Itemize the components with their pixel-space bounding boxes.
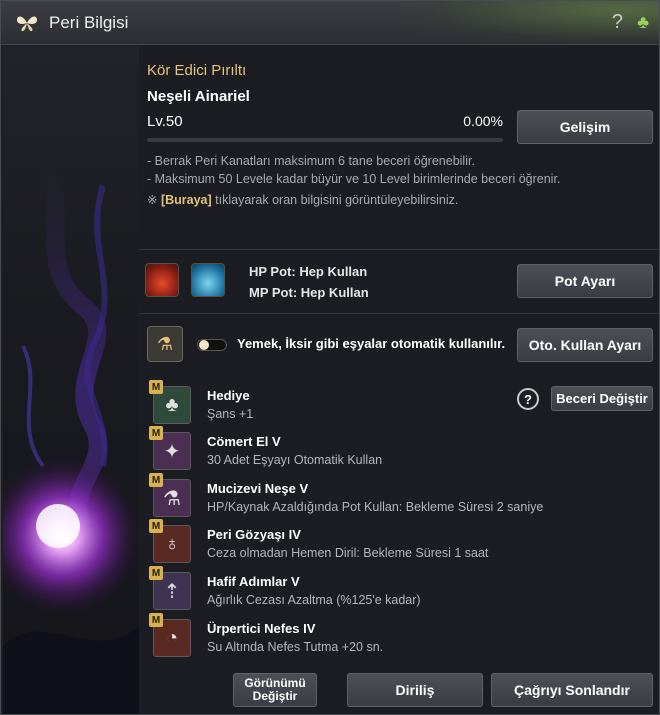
fairy-name: Neşeli Ainariel bbox=[147, 88, 250, 105]
fairy-preview bbox=[3, 46, 139, 714]
upgrade-button[interactable]: Gelişim bbox=[517, 110, 653, 144]
dismiss-summon-button[interactable]: Çağrıyı Sonlandır bbox=[491, 673, 653, 707]
mp-potion-icon bbox=[191, 263, 225, 297]
divider bbox=[139, 313, 659, 314]
skill-row[interactable]: ◔ M Ürpertici Nefes IV Su Altında Nefes Tut… bbox=[149, 613, 573, 663]
skill-row[interactable]: ✦ M Cömert El V 30 Adet Eşyayı Otomatik Kul… bbox=[149, 426, 573, 476]
fairy-level: Lv.50 bbox=[147, 113, 183, 130]
auto-use-toggle[interactable] bbox=[197, 339, 227, 351]
title-bar[interactable]: Peri Bilgisi ? ♣ bbox=[1, 1, 659, 45]
skill-description: HP/Kaynak Azaldığında Pot Kullan: Beklem… bbox=[207, 500, 544, 514]
content-panel: Kör Edici Pırıltı Neşeli Ainariel Lv.50 … bbox=[139, 46, 659, 714]
fairy-orb-art bbox=[3, 160, 139, 714]
skill-name: Hediye bbox=[207, 388, 250, 403]
info-line-2: - Maksimum 50 Levele kadar büyür ve 10 L… bbox=[147, 172, 561, 186]
help-icon[interactable]: ? bbox=[612, 11, 623, 34]
skill-name: Ürpertici Nefes IV bbox=[207, 621, 316, 636]
skill-row[interactable]: ⚗ M Mucizevi Neşe V HP/Kaynak Azaldığında P… bbox=[149, 473, 573, 523]
master-badge: M bbox=[149, 426, 163, 440]
master-badge: M bbox=[149, 380, 163, 394]
toggle-knob bbox=[199, 340, 209, 350]
skill-row[interactable]: ♣ M Hediye Şans +1 bbox=[149, 380, 573, 430]
skill-row[interactable]: ⇡ M Hafif Adımlar V Ağırlık Cezası Azaltma … bbox=[149, 566, 573, 616]
butterfly-icon bbox=[17, 16, 37, 32]
fairy-info-window: Peri Bilgisi ? ♣ Kör Edici Pırıltı Neşel… bbox=[0, 0, 660, 715]
pot-settings-button[interactable]: Pot Ayarı bbox=[517, 264, 653, 298]
divider bbox=[139, 249, 659, 250]
skill-description: Ceza olmadan Hemen Diril: Bekleme Süresi… bbox=[207, 546, 489, 560]
info-line-1: - Berrak Peri Kanatları maksimum 6 tane … bbox=[147, 154, 475, 168]
clover-icon[interactable]: ♣ bbox=[637, 12, 649, 33]
note-prefix: ※ bbox=[147, 193, 161, 207]
skill-name: Hafif Adımlar V bbox=[207, 574, 300, 589]
progress-percent: 0.00% bbox=[463, 113, 503, 129]
auto-use-settings-button[interactable]: Oto. Kullan Ayarı bbox=[517, 328, 653, 362]
master-badge: M bbox=[149, 613, 163, 627]
master-badge: M bbox=[149, 566, 163, 580]
progress-bar bbox=[147, 138, 503, 142]
window-title: Peri Bilgisi bbox=[49, 13, 129, 32]
skill-description: Şans +1 bbox=[207, 407, 254, 421]
revive-button[interactable]: Diriliş bbox=[347, 673, 483, 707]
rate-info-link[interactable]: [Buraya] bbox=[161, 193, 212, 207]
hp-pot-label: HP Pot: Hep Kullan bbox=[249, 264, 368, 279]
rate-info-note: ※ [Buraya] tıklayarak oran bilgisini gör… bbox=[147, 192, 458, 207]
note-suffix: tıklayarak oran bilgisini görüntüleyebil… bbox=[211, 193, 459, 207]
master-badge: M bbox=[149, 519, 163, 533]
skill-description: 30 Adet Eşyayı Otomatik Kullan bbox=[207, 453, 383, 467]
skill-row[interactable]: ♁ M Peri Gözyaşı IV Ceza olmadan Hemen Diri… bbox=[149, 519, 573, 569]
auto-use-text: Yemek, İksir gibi eşyalar otomatik kulla… bbox=[237, 336, 506, 351]
change-appearance-button[interactable]: Görünümü Değiştir bbox=[233, 673, 317, 707]
skill-name: Mucizevi Neşe V bbox=[207, 481, 309, 496]
skill-description: Ağırlık Cezası Azaltma (%125'e kadar) bbox=[207, 593, 421, 607]
hp-potion-icon bbox=[145, 263, 179, 297]
skill-description: Su Altında Nefes Tutma +20 sn. bbox=[207, 640, 384, 654]
mp-pot-label: MP Pot: Hep Kullan bbox=[249, 285, 369, 300]
master-badge: M bbox=[149, 473, 163, 487]
fairy-subtitle: Kör Edici Pırıltı bbox=[147, 62, 247, 79]
skill-name: Peri Gözyaşı IV bbox=[207, 527, 301, 542]
skill-name: Cömert El V bbox=[207, 434, 281, 449]
auto-use-potion-icon: ⚗ bbox=[147, 326, 183, 362]
